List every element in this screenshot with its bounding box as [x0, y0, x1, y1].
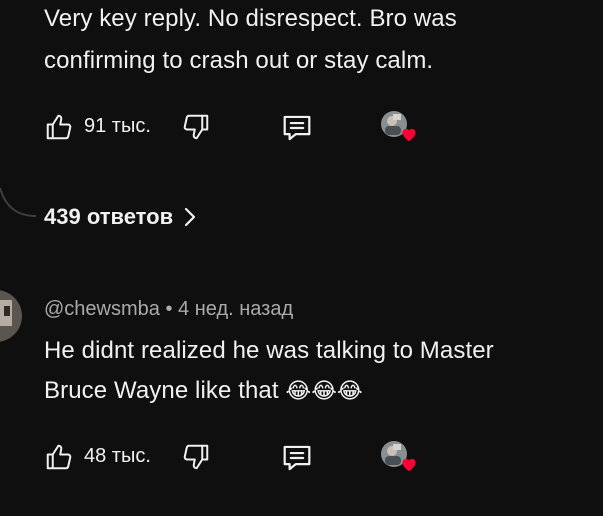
comment-2-text-line-1: He didnt realized he was talking to Mast… [44, 337, 494, 364]
replies-count-label: 439 ответов [44, 204, 174, 229]
comment-1-actions: 91 тыс. [0, 106, 603, 148]
reply-button[interactable] [278, 441, 316, 475]
comment-2-meta: @chewsmba • 4 нед. назад [44, 298, 293, 321]
like-button[interactable] [42, 440, 76, 474]
reply-icon [283, 115, 311, 141]
dislike-icon [183, 114, 209, 140]
comment-2-actions: 48 тыс. [0, 436, 603, 478]
comment-2-text-line-2-words: Bruce Wayne like that [44, 377, 279, 404]
meta-separator: • [165, 298, 173, 320]
comment-1-like-count: 91 тыс. [84, 115, 151, 137]
comment-author[interactable]: @chewsmba [44, 298, 160, 320]
view-replies-link[interactable]: 439 ответов [44, 204, 197, 230]
chevron-right-icon [185, 207, 196, 227]
laughing-emoji: 😂😂😂 [285, 379, 363, 404]
dislike-button[interactable] [178, 440, 214, 474]
comment-1-text-line-1: Very key reply. No disrespect. Bro was [44, 5, 457, 32]
comment-1-text-line-2: confirming to crash out or stay calm. [44, 47, 434, 74]
thread-connector [0, 187, 37, 217]
reply-icon [283, 445, 311, 471]
comment-time: 4 нед. назад [178, 298, 294, 320]
creator-avatar-icon [380, 440, 416, 472]
creator-avatar-icon [380, 110, 416, 142]
comment-2-text-line-2: Bruce Wayne like that 😂😂😂 [44, 372, 363, 411]
comment-2-like-count: 48 тыс. [84, 445, 151, 467]
commenter-avatar[interactable] [0, 290, 22, 342]
like-icon [46, 444, 72, 470]
heart-icon [402, 128, 416, 142]
like-icon [46, 114, 72, 140]
like-button[interactable] [42, 110, 76, 144]
heart-icon [402, 458, 416, 472]
dislike-icon [183, 444, 209, 470]
reply-button[interactable] [278, 111, 316, 145]
dislike-button[interactable] [178, 110, 214, 144]
